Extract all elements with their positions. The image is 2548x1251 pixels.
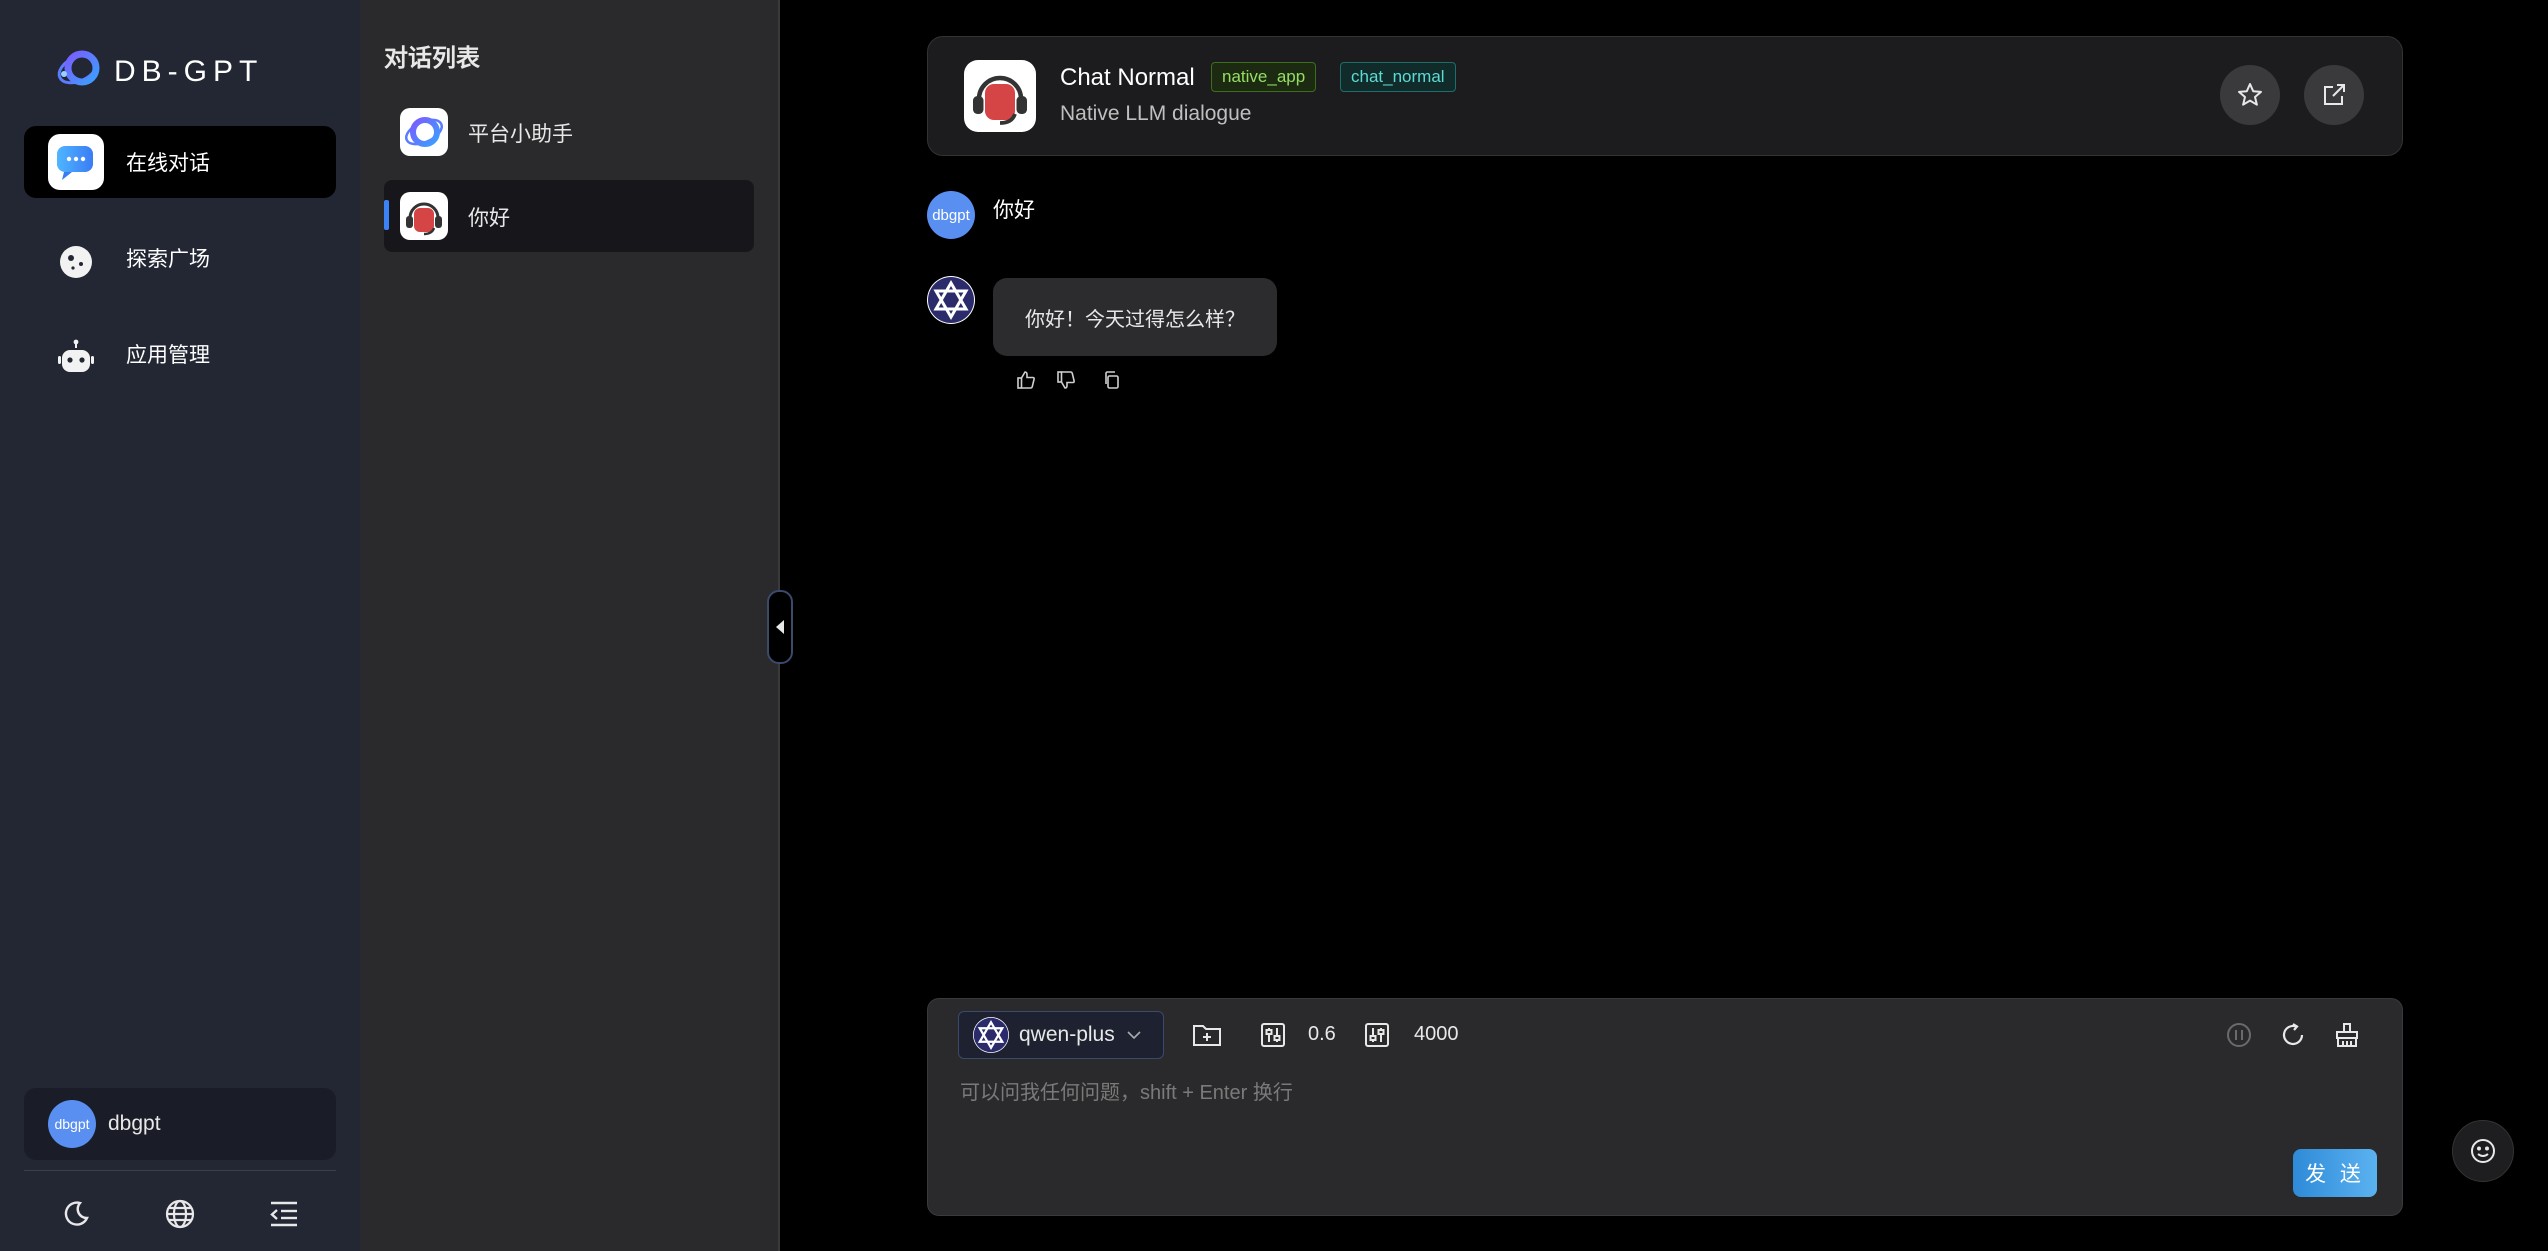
globe-icon[interactable]: [158, 1192, 202, 1236]
star-icon: [2238, 83, 2262, 106]
temperature-value: 0.6: [1308, 1023, 1336, 1045]
user-profile[interactable]: dbgpt dbgpt: [24, 1088, 336, 1160]
nav-item-label: 应用管理: [126, 344, 210, 367]
chat-bubble-icon: [48, 134, 104, 190]
user-message-text: 你好: [993, 199, 1035, 222]
tag-chat-normal: chat_normal: [1340, 62, 1456, 92]
max-tokens-slider-icon[interactable]: [1360, 1018, 1394, 1052]
qwen-model-icon: [928, 277, 974, 323]
feedback-button[interactable]: [2452, 1120, 2514, 1182]
nav-item-label: 探索广场: [126, 248, 210, 271]
svg-text:DB-GPT: DB-GPT: [114, 55, 263, 88]
dbgpt-logo: DB-GPT: [52, 44, 302, 94]
conversation-item[interactable]: 平台小助手: [384, 96, 754, 168]
avatar: dbgpt: [48, 1100, 96, 1148]
clear-icon[interactable]: [2330, 1018, 2364, 1052]
avatar: dbgpt: [927, 191, 975, 239]
model-name: qwen-plus: [1019, 1023, 1115, 1046]
chat-header: [927, 36, 2403, 156]
tag-native-app: native_app: [1211, 62, 1317, 92]
max-tokens-value: 4000: [1414, 1023, 1459, 1045]
nav-item-chat[interactable]: 在线对话: [24, 126, 336, 198]
assistant-message-bubble: 你好！今天过得怎么样？: [993, 278, 1277, 356]
assistant-avatar: [927, 276, 975, 324]
conversation-list-title: 对话列表: [384, 45, 480, 72]
share-button[interactable]: [2304, 65, 2364, 125]
menu-fold-icon[interactable]: [262, 1192, 306, 1236]
export-icon: [2324, 84, 2345, 105]
copy-icon[interactable]: [1098, 366, 1126, 394]
qwen-model-icon: [973, 1017, 1009, 1053]
moon-icon[interactable]: [54, 1192, 98, 1236]
nav-item-app-management[interactable]: 应用管理: [24, 318, 336, 390]
collapse-panel-button[interactable]: [767, 590, 793, 664]
robot-icon: [48, 330, 104, 386]
dislike-icon[interactable]: [1052, 366, 1080, 394]
caret-left-icon: [776, 620, 784, 634]
pause-icon[interactable]: [2222, 1018, 2256, 1052]
chat-normal-app-icon: [400, 192, 448, 240]
model-select[interactable]: qwen-plus: [958, 1011, 1164, 1059]
dbgpt-logo-icon: DB-GPT: [57, 50, 263, 88]
active-indicator: [384, 200, 389, 230]
upload-folder-icon[interactable]: [1190, 1018, 1224, 1052]
dbgpt-logo-icon: [400, 108, 448, 156]
user-name: dbgpt: [108, 1112, 161, 1135]
favorite-button[interactable]: [2220, 65, 2280, 125]
divider: [24, 1170, 336, 1171]
chevron-down-icon: [1127, 1031, 1141, 1040]
temperature-slider-icon[interactable]: [1256, 1018, 1290, 1052]
nav-item-label: 在线对话: [126, 152, 210, 175]
send-button[interactable]: 发 送: [2293, 1149, 2377, 1197]
conversation-label: 平台小助手: [468, 123, 573, 146]
app-name: Chat Normal: [1060, 64, 1195, 91]
refresh-icon[interactable]: [2276, 1018, 2310, 1052]
conversation-label: 你好: [468, 207, 510, 230]
conversation-item[interactable]: 你好: [384, 180, 754, 252]
nav-item-explore[interactable]: 探索广场: [24, 222, 336, 294]
smile-icon: [2471, 1139, 2495, 1163]
chat-input[interactable]: [958, 1072, 2362, 1114]
chat-normal-app-icon: [964, 60, 1036, 132]
like-icon[interactable]: [1012, 366, 1040, 394]
app-description: Native LLM dialogue: [1060, 102, 1252, 125]
explore-icon: [48, 234, 104, 290]
